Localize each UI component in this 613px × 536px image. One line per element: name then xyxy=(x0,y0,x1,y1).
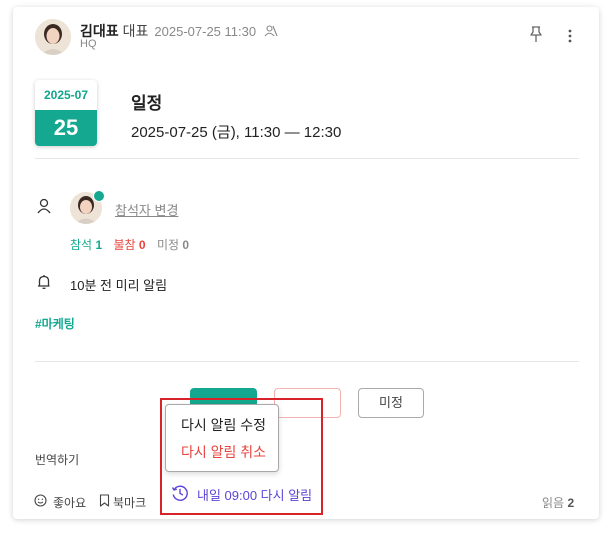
badge-month: 2025-07 xyxy=(43,88,89,102)
author-line: 김대표 대표 2025-07-25 11:30 xyxy=(80,21,278,43)
bell-icon xyxy=(37,274,51,295)
people-icon[interactable] xyxy=(264,24,278,43)
more-options-icon[interactable] xyxy=(567,28,573,49)
author-role: 대표 xyxy=(122,23,149,39)
reminder-text: 10분 전 미리 알림 xyxy=(70,278,168,293)
change-attendees-link[interactable]: 참석자 변경 xyxy=(115,200,178,219)
attendance-stats: 참석 1 불참 0 미정 0 xyxy=(70,236,189,253)
attendee-icon xyxy=(37,198,51,219)
read-count-value: 2 xyxy=(567,496,575,510)
divider xyxy=(35,361,579,362)
bookmark-icon[interactable] xyxy=(99,494,110,512)
avatar-image xyxy=(35,19,71,55)
online-status-dot xyxy=(93,190,105,202)
read-label: 읽음 xyxy=(542,496,565,510)
translate-link[interactable]: 번역하기 xyxy=(35,451,79,468)
highlight-box xyxy=(160,398,323,515)
author-name[interactable]: 김대표 xyxy=(80,23,119,39)
attend-stat[interactable]: 참석 1 xyxy=(70,238,102,252)
author-avatar[interactable] xyxy=(35,19,71,55)
divider xyxy=(35,158,579,159)
absent-stat[interactable]: 불참 0 xyxy=(113,238,145,252)
bookmark-button[interactable]: 북마크 xyxy=(113,494,146,511)
event-time: 2025-07-25 (금), 11:30 — 12:30 xyxy=(131,124,342,141)
undecided-button[interactable]: 미정 xyxy=(358,388,424,418)
post-date: 2025-07-25 11:30 xyxy=(154,24,257,39)
like-button[interactable]: 좋아요 xyxy=(53,494,86,511)
smile-icon[interactable] xyxy=(34,494,47,512)
read-count[interactable]: 읽음 2 xyxy=(542,494,574,511)
hashtag[interactable]: #마케팅 xyxy=(35,315,75,332)
post-card: 김대표 대표 2025-07-25 11:30 HQ 2025-07 25 일정 2… xyxy=(13,7,599,519)
pin-icon[interactable] xyxy=(529,26,543,49)
event-title: 일정 xyxy=(131,94,163,113)
badge-day: 25 xyxy=(35,110,97,146)
undecided-stat[interactable]: 미정 0 xyxy=(157,238,189,252)
author-org: HQ xyxy=(80,38,97,50)
date-badge: 2025-07 25 xyxy=(35,80,97,146)
undecided-button-label: 미정 xyxy=(379,395,403,410)
